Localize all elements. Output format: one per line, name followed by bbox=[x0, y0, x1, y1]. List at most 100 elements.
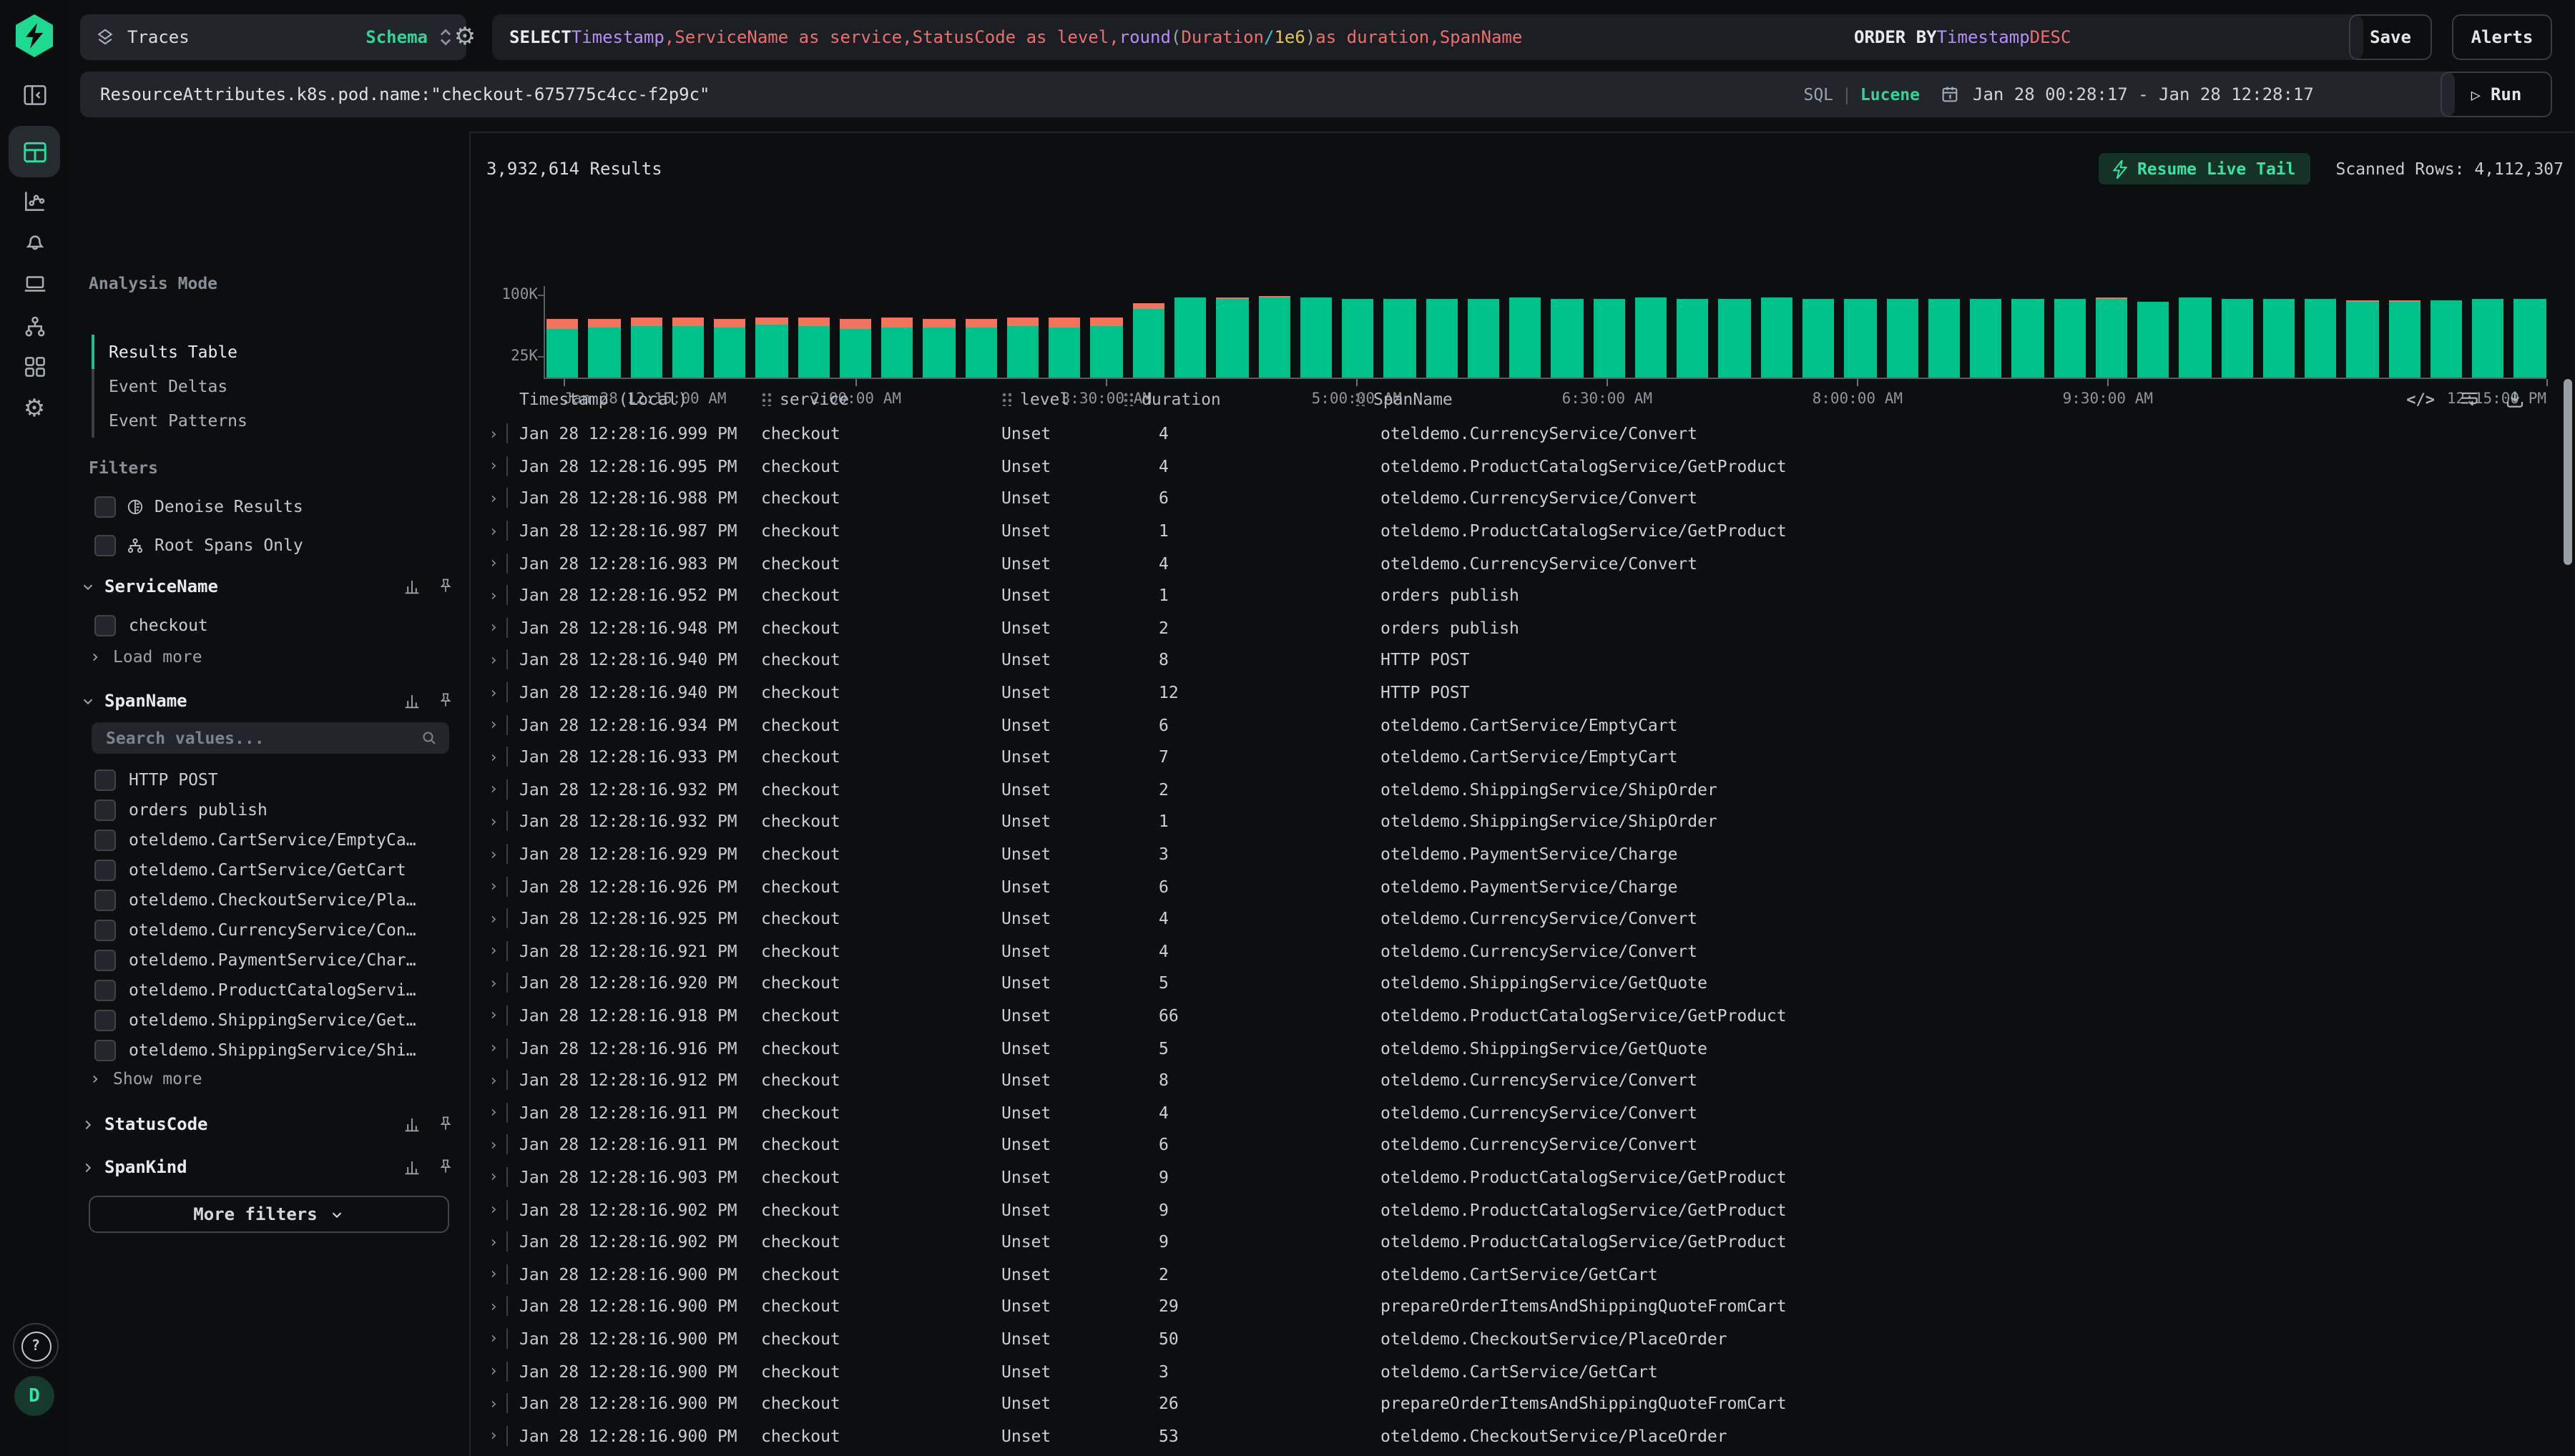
table-row[interactable]: › Jan 28 12:28:16.900 PM checkout Unset … bbox=[481, 1354, 2575, 1387]
mode-event-deltas[interactable]: Event Deltas bbox=[109, 369, 227, 403]
histogram-bar[interactable] bbox=[2137, 301, 2169, 378]
expand-row-icon[interactable]: › bbox=[481, 1362, 506, 1380]
expand-row-icon[interactable]: › bbox=[481, 974, 506, 993]
nav-item-alerts[interactable] bbox=[20, 226, 49, 255]
histogram-bar[interactable] bbox=[1300, 297, 1333, 378]
spanname-filter-value[interactable]: orders publish bbox=[94, 795, 455, 824]
histogram-bar[interactable] bbox=[2305, 298, 2337, 378]
expand-row-icon[interactable]: › bbox=[481, 1232, 506, 1251]
table-row[interactable]: › Jan 28 12:28:16.911 PM checkout Unset … bbox=[481, 1096, 2575, 1128]
checkbox[interactable] bbox=[94, 889, 116, 910]
expand-row-icon[interactable]: › bbox=[481, 425, 506, 443]
histogram-bar[interactable] bbox=[1635, 297, 1667, 378]
expand-row-icon[interactable]: › bbox=[481, 586, 506, 605]
language-lucene[interactable]: Lucene bbox=[1860, 84, 1920, 104]
nav-item-chart[interactable] bbox=[20, 186, 49, 215]
expand-row-icon[interactable]: › bbox=[481, 651, 506, 669]
histogram-bar[interactable] bbox=[2388, 300, 2420, 378]
table-row[interactable]: › Jan 28 12:28:16.933 PM checkout Unset … bbox=[481, 741, 2575, 773]
histogram-bar[interactable] bbox=[1384, 299, 1416, 378]
mode-results-table[interactable]: Results Table bbox=[109, 335, 237, 369]
run-button[interactable]: ▷Run bbox=[2441, 72, 2552, 117]
table-row[interactable]: › Jan 28 12:28:16.912 PM checkout Unset … bbox=[481, 1064, 2575, 1096]
expand-row-icon[interactable]: › bbox=[481, 1038, 506, 1057]
expand-row-icon[interactable]: › bbox=[481, 683, 506, 702]
table-row[interactable]: › Jan 28 12:28:16.920 PM checkout Unset … bbox=[481, 967, 2575, 999]
nav-item-search-active[interactable] bbox=[9, 126, 60, 177]
table-row[interactable]: › Jan 28 12:28:16.900 PM checkout Unset … bbox=[481, 1322, 2575, 1354]
pin-icon[interactable] bbox=[436, 576, 455, 595]
histogram-bar[interactable] bbox=[2514, 299, 2546, 378]
drag-handle-icon[interactable] bbox=[1001, 392, 1011, 406]
search-input[interactable] bbox=[97, 83, 1792, 106]
expand-row-icon[interactable]: › bbox=[481, 521, 506, 540]
expand-row-icon[interactable]: › bbox=[481, 1006, 506, 1025]
nav-item-services[interactable] bbox=[20, 312, 49, 340]
histogram-bar[interactable] bbox=[1091, 318, 1123, 378]
download-icon[interactable] bbox=[2503, 388, 2526, 410]
table-row[interactable]: › Jan 28 12:28:16.948 PM checkout Unset … bbox=[481, 611, 2575, 644]
collapse-sidebar-icon[interactable] bbox=[20, 80, 49, 109]
checkbox[interactable] bbox=[94, 829, 116, 850]
checkbox[interactable] bbox=[94, 1009, 116, 1030]
histogram-bar[interactable] bbox=[1342, 298, 1374, 378]
expand-row-icon[interactable]: › bbox=[481, 1264, 506, 1283]
histogram-bar[interactable] bbox=[1802, 299, 1835, 378]
nav-item-clients[interactable] bbox=[20, 269, 49, 297]
toggle-denoise-results[interactable]: Denoise Results bbox=[94, 492, 303, 521]
expand-row-icon[interactable]: › bbox=[481, 489, 506, 508]
spanname-filter-value[interactable]: oteldemo.ShippingService/Get… bbox=[94, 1005, 455, 1034]
table-row[interactable]: › Jan 28 12:28:16.999 PM checkout Unset … bbox=[481, 418, 2575, 450]
resume-live-tail-button[interactable]: Resume Live Tail bbox=[2099, 153, 2310, 185]
table-row[interactable]: › Jan 28 12:28:16.916 PM checkout Unset … bbox=[481, 1032, 2575, 1064]
wrap-lines-icon[interactable] bbox=[2458, 388, 2481, 410]
expand-row-icon[interactable]: › bbox=[481, 1071, 506, 1089]
expand-row-icon[interactable]: › bbox=[481, 1329, 506, 1348]
histogram-bar[interactable] bbox=[2472, 300, 2504, 378]
histogram-bar[interactable] bbox=[1258, 297, 1290, 378]
checkbox[interactable] bbox=[94, 949, 116, 970]
pin-icon[interactable] bbox=[436, 691, 455, 709]
expand-row-icon[interactable]: › bbox=[481, 942, 506, 960]
histogram-bar[interactable] bbox=[2347, 300, 2379, 378]
histogram-bar[interactable] bbox=[2431, 300, 2463, 378]
bar-chart-icon[interactable] bbox=[402, 1114, 422, 1134]
col-duration[interactable]: duration bbox=[1123, 389, 1355, 409]
expand-row-icon[interactable]: › bbox=[481, 715, 506, 734]
histogram-bar[interactable] bbox=[589, 319, 621, 378]
histogram-bar[interactable] bbox=[1593, 298, 1625, 378]
histogram-bar[interactable] bbox=[1007, 318, 1039, 378]
table-row[interactable]: › Jan 28 12:28:16.940 PM checkout Unset … bbox=[481, 644, 2575, 676]
histogram-bar[interactable] bbox=[881, 318, 913, 378]
user-avatar[interactable]: D bbox=[14, 1376, 54, 1416]
pin-icon[interactable] bbox=[436, 1157, 455, 1176]
spanname-filter-value[interactable]: oteldemo.ShippingService/Shi… bbox=[94, 1036, 455, 1064]
checkbox[interactable] bbox=[94, 1039, 116, 1061]
histogram-bar[interactable] bbox=[1551, 299, 1584, 378]
histogram-bar[interactable] bbox=[1217, 298, 1249, 378]
table-row[interactable]: › Jan 28 12:28:16.925 PM checkout Unset … bbox=[481, 902, 2575, 935]
expand-row-icon[interactable]: › bbox=[481, 457, 506, 476]
table-row[interactable]: › Jan 28 12:28:16.929 PM checkout Unset … bbox=[481, 837, 2575, 870]
checkbox[interactable] bbox=[94, 534, 116, 556]
section-spanname[interactable]: SpanName bbox=[80, 687, 455, 715]
col-spanname[interactable]: SpanName bbox=[1355, 389, 2532, 409]
table-row[interactable]: › Jan 28 12:28:16.902 PM checkout Unset … bbox=[481, 1226, 2575, 1258]
chevron-down-icon[interactable] bbox=[80, 579, 96, 594]
table-row[interactable]: › Jan 28 12:28:16.900 PM checkout Unset … bbox=[481, 1387, 2575, 1420]
histogram-bar[interactable] bbox=[1928, 299, 1961, 378]
date-range-picker[interactable]: Jan 28 00:28:17 - Jan 28 12:28:17 bbox=[1923, 72, 2455, 117]
table-row[interactable]: › Jan 28 12:28:16.900 PM checkout Unset … bbox=[481, 1290, 2575, 1322]
expand-row-icon[interactable]: › bbox=[481, 909, 506, 928]
save-button[interactable]: Save bbox=[2349, 14, 2432, 60]
spanname-filter-value[interactable]: oteldemo.ProductCatalogServi… bbox=[94, 975, 455, 1004]
drag-handle-icon[interactable] bbox=[1355, 392, 1365, 406]
toggle-root-spans-only[interactable]: Root Spans Only bbox=[94, 531, 303, 559]
histogram-bar[interactable] bbox=[1719, 298, 1751, 378]
histogram-bar[interactable] bbox=[714, 319, 746, 378]
table-row[interactable]: › Jan 28 12:28:16.902 PM checkout Unset … bbox=[481, 1194, 2575, 1226]
mode-event-patterns[interactable]: Event Patterns bbox=[109, 403, 247, 438]
expand-row-icon[interactable]: › bbox=[481, 1200, 506, 1219]
col-timestamp[interactable]: Timestamp (Local) bbox=[506, 389, 761, 409]
histogram-bar[interactable] bbox=[2263, 299, 2295, 378]
